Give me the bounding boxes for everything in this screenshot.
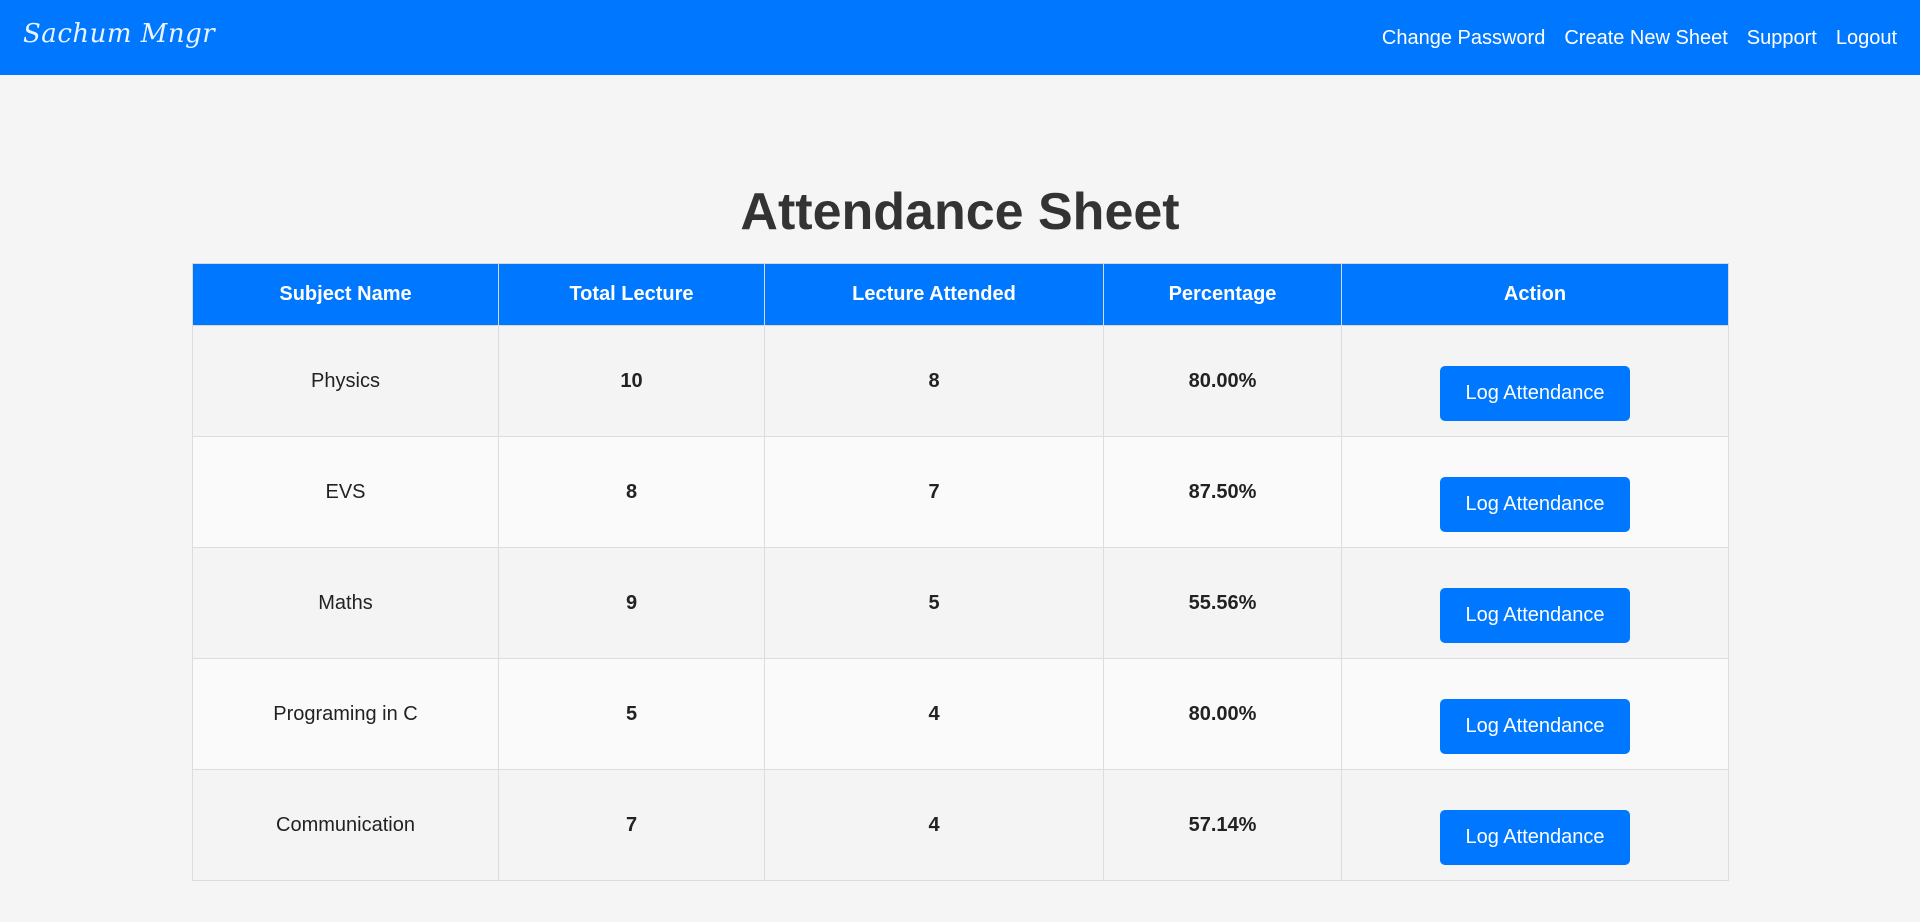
column-header-lecture-attended: Lecture Attended (764, 263, 1104, 327)
column-header-percentage: Percentage (1103, 263, 1342, 327)
log-attendance-button[interactable]: Log Attendance (1440, 587, 1630, 643)
total-lecture-cell: 7 (498, 769, 765, 882)
column-header-total-lecture: Total Lecture (498, 263, 765, 327)
column-header-action: Action (1341, 263, 1729, 327)
percentage-cell: 57.14% (1103, 769, 1342, 882)
total-lecture-cell: 8 (498, 436, 765, 549)
subject-name-cell: Maths (192, 547, 499, 660)
table-row: Maths 9 5 55.56% Log Attendance (192, 547, 1729, 660)
subject-name-cell: Physics (192, 325, 499, 438)
subject-name-cell: Programing in C (192, 658, 499, 771)
table-row: EVS 8 7 87.50% Log Attendance (192, 436, 1729, 549)
nav-link-create-new-sheet[interactable]: Create New Sheet (1564, 27, 1727, 50)
total-lecture-cell: 10 (498, 325, 765, 438)
percentage-cell: 80.00% (1103, 325, 1342, 438)
lecture-attended-cell: 7 (764, 436, 1104, 549)
page-title: Attendance Sheet (740, 183, 1180, 241)
action-cell: Log Attendance (1341, 547, 1729, 660)
main-content: Attendance Sheet Subject Name Total Lect… (192, 181, 1729, 882)
table-row: Communication 7 4 57.14% Log Attendance (192, 769, 1729, 882)
nav-link-support[interactable]: Support (1747, 27, 1817, 50)
log-attendance-button[interactable]: Log Attendance (1440, 698, 1630, 754)
table-row: Programing in C 5 4 80.00% Log Attendanc… (192, 658, 1729, 771)
table-row: Physics 10 8 80.00% Log Attendance (192, 325, 1729, 438)
nav-link-change-password[interactable]: Change Password (1382, 27, 1545, 50)
action-cell: Log Attendance (1341, 325, 1729, 438)
lecture-attended-cell: 5 (764, 547, 1104, 660)
percentage-cell: 87.50% (1103, 436, 1342, 549)
action-cell: Log Attendance (1341, 769, 1729, 882)
percentage-cell: 80.00% (1103, 658, 1342, 771)
total-lecture-cell: 9 (498, 547, 765, 660)
action-cell: Log Attendance (1341, 658, 1729, 771)
subject-name-cell: EVS (192, 436, 499, 549)
log-attendance-button[interactable]: Log Attendance (1440, 809, 1630, 865)
percentage-cell: 55.56% (1103, 547, 1342, 660)
column-header-subject-name: Subject Name (192, 263, 499, 327)
lecture-attended-cell: 4 (764, 769, 1104, 882)
nav-link-logout[interactable]: Logout (1836, 27, 1897, 50)
subject-name-cell: Communication (192, 769, 499, 882)
lecture-attended-cell: 8 (764, 325, 1104, 438)
log-attendance-button[interactable]: Log Attendance (1440, 476, 1630, 532)
log-attendance-button[interactable]: Log Attendance (1440, 365, 1630, 421)
nav-links: Change Password Create New Sheet Support… (1382, 27, 1897, 50)
top-navbar: Sachum Mngr Change Password Create New S… (0, 0, 1920, 75)
attendance-table: Subject Name Total Lecture Lecture Atten… (192, 263, 1729, 882)
lecture-attended-cell: 4 (764, 658, 1104, 771)
action-cell: Log Attendance (1341, 436, 1729, 549)
total-lecture-cell: 5 (498, 658, 765, 771)
table-header-row: Subject Name Total Lecture Lecture Atten… (192, 263, 1729, 327)
brand-logo[interactable]: Sachum Mngr (23, 19, 215, 49)
